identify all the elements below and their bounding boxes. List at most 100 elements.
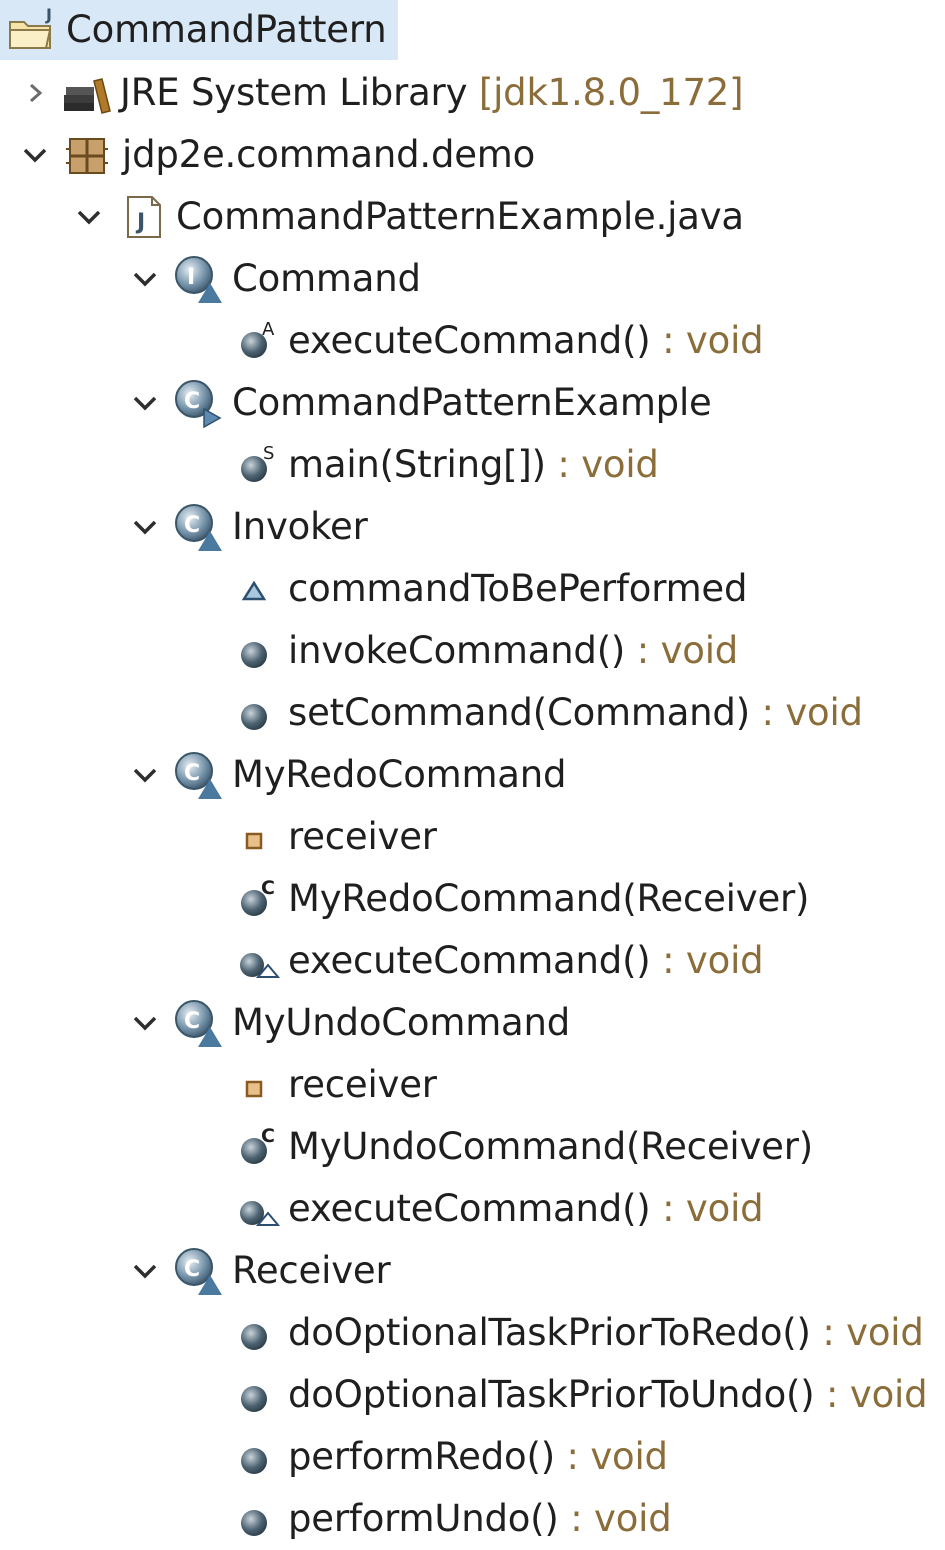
svg-text:C: C xyxy=(184,1257,200,1282)
type-name: Command xyxy=(232,257,421,300)
chevron-down-icon[interactable] xyxy=(128,386,162,420)
tree-item-method[interactable]: performUndo() : void xyxy=(0,1488,945,1550)
private-field-icon xyxy=(232,811,284,863)
member-type: : void xyxy=(749,691,864,734)
member-name: doOptionalTaskPriorToUndo() xyxy=(288,1373,815,1416)
tree-item-constructor[interactable]: C MyUndoCommand(Receiver) xyxy=(0,1116,945,1178)
member-name: receiver xyxy=(288,815,437,858)
member-type: : void xyxy=(650,939,764,982)
tree-item-method[interactable]: doOptionalTaskPriorToRedo() : void xyxy=(0,1302,945,1364)
default-field-icon xyxy=(232,563,284,615)
static-method-icon: S xyxy=(232,439,284,491)
member-name: executeCommand() xyxy=(288,939,651,982)
package-name: jdp2e.command.demo xyxy=(122,133,536,176)
member-name: setCommand(Command) xyxy=(288,691,750,734)
project-name: CommandPattern xyxy=(66,8,387,51)
tree-item-interface-command[interactable]: I Command xyxy=(0,248,945,310)
type-name: MyRedoCommand xyxy=(232,753,567,796)
tree-item-method[interactable]: doOptionalTaskPriorToUndo() : void xyxy=(0,1364,945,1426)
class-icon: C xyxy=(172,501,224,553)
tree-item-method[interactable]: executeCommand() : void xyxy=(0,1178,945,1240)
java-project-folder-icon: J xyxy=(6,4,58,56)
member-type: : void xyxy=(558,1497,672,1540)
tree-item-method[interactable]: invokeCommand() : void xyxy=(0,620,945,682)
member-name: executeCommand() xyxy=(288,319,651,362)
tree-item-method[interactable]: A executeCommand() : void xyxy=(0,310,945,372)
type-name: CommandPatternExample xyxy=(232,381,712,424)
public-method-icon xyxy=(232,1369,284,1421)
member-name: main(String[]) xyxy=(288,443,546,486)
svg-text:I: I xyxy=(187,265,195,290)
tree-item-method[interactable]: S main(String[]) : void xyxy=(0,434,945,496)
member-type: : void xyxy=(650,319,764,362)
member-name: doOptionalTaskPriorToRedo() xyxy=(288,1311,811,1354)
type-name: Invoker xyxy=(232,505,368,548)
chevron-down-icon[interactable] xyxy=(18,138,52,172)
member-name: performUndo() xyxy=(288,1497,559,1540)
svg-text:C: C xyxy=(261,877,275,899)
chevron-right-icon[interactable] xyxy=(18,76,52,110)
svg-text:A: A xyxy=(262,319,275,340)
library-version: [jdk1.8.0_172] xyxy=(478,71,744,114)
member-name: invokeCommand() xyxy=(288,629,626,672)
tree-item-constructor[interactable]: C MyRedoCommand(Receiver) xyxy=(0,868,945,930)
public-method-icon xyxy=(232,1307,284,1359)
tree-item-project[interactable]: J CommandPattern xyxy=(0,0,398,60)
chevron-down-icon[interactable] xyxy=(128,1006,162,1040)
chevron-down-icon[interactable] xyxy=(128,1254,162,1288)
member-name: MyUndoCommand(Receiver) xyxy=(288,1125,813,1168)
member-type: : void xyxy=(814,1373,928,1416)
svg-text:C: C xyxy=(261,1125,275,1147)
tree-item-method[interactable]: performRedo() : void xyxy=(0,1426,945,1488)
tree-item-package[interactable]: jdp2e.command.demo xyxy=(0,124,945,186)
class-icon: C xyxy=(172,749,224,801)
member-name: MyRedoCommand(Receiver) xyxy=(288,877,810,920)
tree-item-field[interactable]: receiver xyxy=(0,1054,945,1116)
constructor-icon: C xyxy=(232,873,284,925)
tree-item-method[interactable]: executeCommand() : void xyxy=(0,930,945,992)
library-name: JRE System Library xyxy=(120,71,468,114)
tree-item-field[interactable]: receiver xyxy=(0,806,945,868)
interface-icon: I xyxy=(172,253,224,305)
tree-item-class-example[interactable]: C CommandPatternExample xyxy=(0,372,945,434)
java-file-icon: J xyxy=(118,191,170,243)
svg-text:C: C xyxy=(184,513,200,538)
chevron-down-icon[interactable] xyxy=(128,510,162,544)
public-method-icon xyxy=(232,625,284,677)
class-icon: C xyxy=(172,1245,224,1297)
override-method-icon xyxy=(232,1183,284,1235)
tree-item-method[interactable]: setCommand(Command) : void xyxy=(0,682,945,744)
member-name: performRedo() xyxy=(288,1435,555,1478)
svg-text:C: C xyxy=(184,761,200,786)
class-icon: C xyxy=(172,997,224,1049)
member-type: : void xyxy=(545,443,659,486)
public-method-icon xyxy=(232,687,284,739)
tree-item-jre-library[interactable]: JRE System Library [jdk1.8.0_172] xyxy=(0,62,945,124)
tree-item-java-file[interactable]: J CommandPatternExample.java xyxy=(0,186,945,248)
library-books-icon xyxy=(60,67,112,119)
type-name: Receiver xyxy=(232,1249,391,1292)
tree-item-field[interactable]: commandToBePerformed xyxy=(0,558,945,620)
svg-text:C: C xyxy=(184,389,200,414)
file-name: CommandPatternExample.java xyxy=(176,195,744,238)
abstract-method-icon: A xyxy=(232,315,284,367)
tree-item-class-receiver[interactable]: C Receiver xyxy=(0,1240,945,1302)
member-name: receiver xyxy=(288,1063,437,1106)
tree-item-class-myundocommand[interactable]: C MyUndoCommand xyxy=(0,992,945,1054)
public-method-icon xyxy=(232,1431,284,1483)
member-type: : void xyxy=(625,629,739,672)
runnable-class-icon: C xyxy=(172,377,224,429)
chevron-down-icon[interactable] xyxy=(128,758,162,792)
tree-item-class-invoker[interactable]: C Invoker xyxy=(0,496,945,558)
public-method-icon xyxy=(232,1493,284,1545)
svg-text:S: S xyxy=(263,443,274,464)
member-name: executeCommand() xyxy=(288,1187,651,1230)
chevron-down-icon[interactable] xyxy=(128,262,162,296)
tree-item-class-myredocommand[interactable]: C MyRedoCommand xyxy=(0,744,945,806)
override-method-icon xyxy=(232,935,284,987)
svg-text:J: J xyxy=(135,210,145,235)
private-field-icon xyxy=(232,1059,284,1111)
chevron-down-icon[interactable] xyxy=(72,200,106,234)
package-explorer-tree: J CommandPattern JRE System Library [jdk… xyxy=(0,0,945,1550)
member-name: commandToBePerformed xyxy=(288,567,748,610)
